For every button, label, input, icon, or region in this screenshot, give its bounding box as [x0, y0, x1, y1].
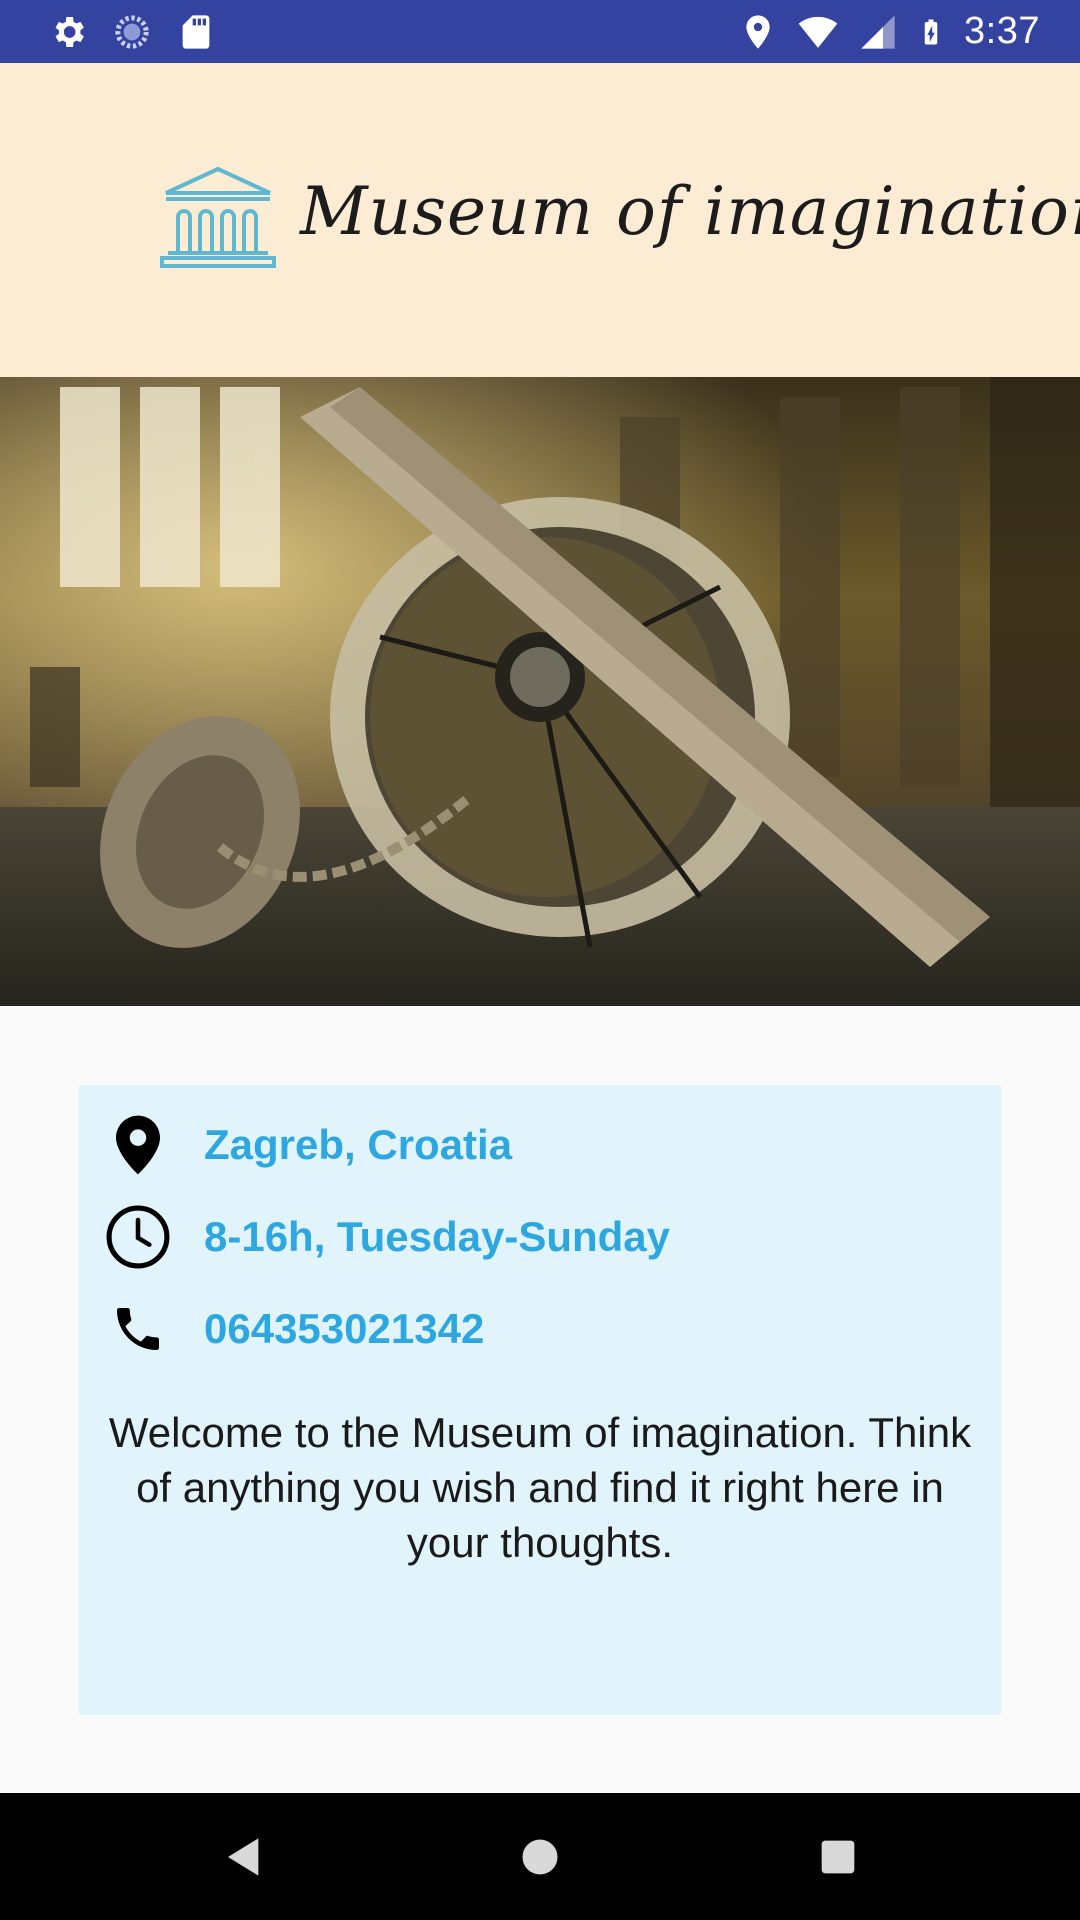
- museum-building-icon: [160, 166, 276, 268]
- home-icon[interactable]: [512, 1829, 568, 1885]
- location-row[interactable]: Zagreb, Croatia: [103, 1110, 512, 1180]
- hero-image: [0, 377, 1080, 1006]
- phone-text: 064353021342: [204, 1305, 485, 1352]
- cell-signal-icon: [861, 14, 895, 49]
- status-bar: 3:37: [0, 0, 1080, 63]
- battery-charging-icon: [924, 19, 938, 44]
- location-pin-icon: [103, 1110, 173, 1180]
- back-icon[interactable]: [214, 1829, 270, 1885]
- hours-row: 8-16h, Tuesday-Sunday: [103, 1202, 670, 1272]
- settings-icon: [55, 17, 84, 47]
- navigation-bar: [0, 1793, 1080, 1920]
- welcome-text: Welcome to the Museum of imagination. Th…: [108, 1409, 972, 1566]
- clock-icon: [103, 1202, 173, 1272]
- sync-icon: [115, 15, 149, 49]
- location-icon: [746, 14, 770, 49]
- clock: 3:37: [964, 10, 1040, 52]
- wifi-icon: [798, 16, 838, 48]
- hours-text: 8-16h, Tuesday-Sunday: [204, 1213, 671, 1260]
- museum-logo-text: Museum of imagination: [300, 173, 1080, 250]
- phone-row[interactable]: 064353021342: [103, 1294, 484, 1364]
- sd-card-icon: [182, 15, 210, 49]
- museum-header: Museum of imagination: [0, 63, 1080, 377]
- vintage-lamp-photo: [0, 377, 1080, 1006]
- phone-icon: [103, 1294, 173, 1364]
- recents-icon[interactable]: [810, 1829, 866, 1885]
- location-text: Zagreb, Croatia: [204, 1121, 513, 1168]
